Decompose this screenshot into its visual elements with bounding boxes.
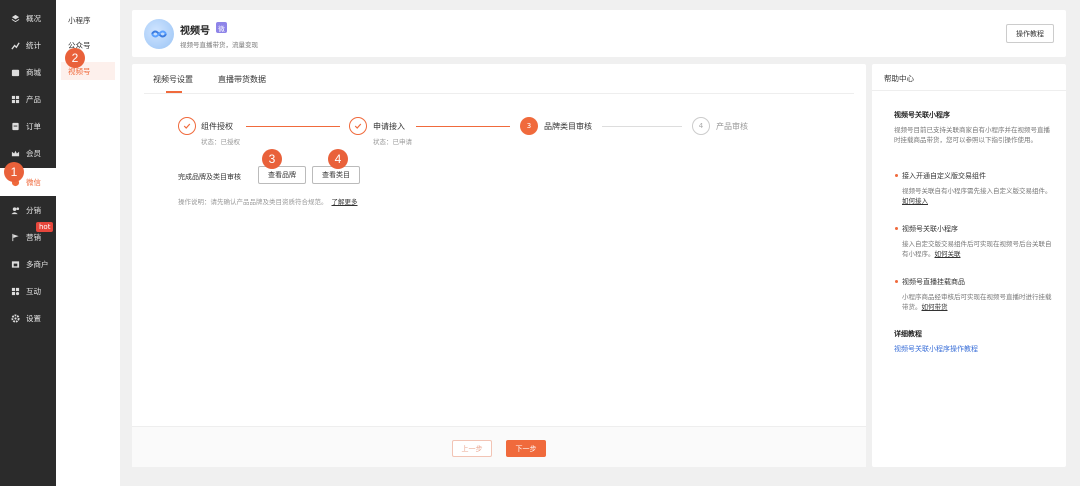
- submenu-item-mini-program[interactable]: 小程序: [61, 11, 115, 29]
- learn-more-link[interactable]: 了解更多: [332, 198, 358, 206]
- users-icon: [10, 206, 20, 216]
- main-panel: 视频号设置 直播带货数据 组件授权 状态：已授权 申请接入 状态：已申请 3 品…: [132, 64, 866, 467]
- step-connector: [416, 126, 510, 127]
- help-detail: 详细教程 视频号关联小程序操作教程: [894, 329, 1056, 354]
- step-1-check-icon: [178, 117, 196, 135]
- sidebar-item-label: 产品: [26, 95, 41, 104]
- step-4-label: 产品审核: [716, 122, 748, 131]
- step-4-number: 4: [692, 117, 710, 135]
- callout-2: 2: [65, 48, 85, 68]
- sidebar-item-label: 营销: [26, 233, 41, 242]
- tab-channels-settings[interactable]: 视频号设置: [153, 74, 193, 85]
- how-to-connect-link[interactable]: 如何接入: [902, 197, 928, 205]
- tab-live-sales-data[interactable]: 直播带货数据: [218, 74, 266, 85]
- help-item-link-program: 视频号关联小程序 接入自定交版交易组件后可实现在视频号后台关联自有小程序。如何关…: [895, 224, 1056, 259]
- help-section-text: 视频号目前已支持关联商家自有小程序并在视频号直播时挂载商品带货，您可以参照以下指…: [894, 126, 1050, 144]
- callout-1: 1: [4, 162, 24, 182]
- step-2-label: 申请接入: [373, 122, 405, 131]
- help-center-panel: 帮助中心 视频号关联小程序 视频号目前已支持关联商家自有小程序并在视频号直播时挂…: [872, 64, 1066, 467]
- how-to-link-link[interactable]: 如何关联: [935, 250, 961, 258]
- sidebar-item-label: 统计: [26, 41, 41, 50]
- sidebar-item-distribution[interactable]: 分销: [0, 197, 56, 224]
- wechat-tag-icon: 微: [216, 22, 227, 33]
- step-2-status: 状态：已申请: [373, 138, 412, 146]
- channels-logo-icon: [144, 19, 174, 49]
- page-subtitle: 视频号直播带货，流量变现: [180, 41, 258, 49]
- sidebar-item-label: 会员: [26, 149, 41, 158]
- layers-icon: [10, 14, 20, 24]
- operation-note-text: 操作说明：请先确认产品品牌及类目资质符合规范。: [178, 198, 328, 206]
- help-item-title: 视频号直播挂载商品: [895, 277, 1056, 287]
- sidebar-item-label: 多商户: [26, 260, 49, 269]
- help-item-title: 接入开通自定义版交易组件: [895, 171, 1056, 181]
- sidebar-item-label: 互动: [26, 287, 41, 296]
- flag-icon: [10, 233, 20, 243]
- hot-badge: hot: [36, 222, 54, 232]
- step-3-number: 3: [520, 117, 538, 135]
- help-item-text: 接入自定交版交易组件后可实现在视频号后台关联自有小程序。如何关联: [902, 240, 1052, 258]
- sidebar-item-label: 订单: [26, 122, 41, 131]
- sidebar-item-stats[interactable]: 统计: [0, 32, 56, 59]
- detail-tutorial-link[interactable]: 视频号关联小程序操作教程: [894, 344, 1056, 354]
- sidebar-item-label: 分销: [26, 206, 41, 215]
- sidebar-item-multi-merchant[interactable]: 多商户: [0, 251, 56, 278]
- help-center-title: 帮助中心: [884, 74, 914, 83]
- step-1-status: 状态：已授权: [201, 138, 240, 146]
- callout-3: 3: [262, 149, 282, 169]
- help-detail-title: 详细教程: [894, 330, 922, 338]
- prev-step-button[interactable]: 上一步: [452, 440, 492, 457]
- tabs-divider: [144, 93, 854, 94]
- submenu-item-label: 小程序: [68, 15, 91, 25]
- chart-icon: [10, 41, 20, 51]
- sidebar-item-mall[interactable]: 商城: [0, 59, 56, 86]
- step-3-label: 品牌类目审核: [544, 122, 592, 131]
- order-icon: [10, 122, 20, 132]
- next-step-button[interactable]: 下一步: [506, 440, 546, 457]
- main-sidebar: 概况 统计 商城 产品 订单 会员 微信 分销 营销 多商户 互动 设置: [0, 0, 56, 486]
- help-item-title: 视频号关联小程序: [895, 224, 1056, 234]
- callout-4: 4: [328, 149, 348, 169]
- sidebar-item-settings[interactable]: 设置: [0, 305, 56, 332]
- wechat-submenu: 小程序 公众号 视频号: [56, 0, 120, 486]
- help-item-text: 小程序商品经审核后可实现在视频号直播时进行挂载带货。如何带货: [902, 293, 1052, 311]
- step-1-label: 组件授权: [201, 122, 233, 131]
- sidebar-item-overview[interactable]: 概况: [0, 5, 56, 32]
- help-section-title: 视频号关联小程序: [894, 111, 950, 119]
- apps-icon: [10, 287, 20, 297]
- footer-bar: 上一步 下一步: [132, 426, 866, 467]
- sidebar-item-products[interactable]: 产品: [0, 86, 56, 113]
- help-item-live-goods: 视频号直播挂载商品 小程序商品经审核后可实现在视频号直播时进行挂载带货。如何带货: [895, 277, 1056, 312]
- page-title: 视频号: [180, 26, 210, 37]
- channels-header: 视频号 微 视频号直播带货，流量变现 操作教程: [132, 10, 1066, 57]
- tutorial-button[interactable]: 操作教程: [1006, 24, 1054, 43]
- step-connector: [602, 126, 682, 127]
- how-to-sell-link[interactable]: 如何带货: [922, 303, 948, 311]
- help-section-intro: 视频号关联小程序 视频号目前已支持关联商家自有小程序并在视频号直播时挂载商品带货…: [894, 110, 1056, 145]
- help-item-component: 接入开通自定义版交易组件 视频号关联自有小程序需先接入自定义版交易组件。如何接入: [895, 171, 1056, 206]
- shop-icon: [10, 260, 20, 270]
- help-divider: [872, 90, 1066, 91]
- help-item-text: 视频号关联自有小程序需先接入自定义版交易组件。如何接入: [902, 187, 1052, 205]
- step-2-check-icon: [349, 117, 367, 135]
- crown-icon: [10, 149, 20, 159]
- sidebar-item-interaction[interactable]: 互动: [0, 278, 56, 305]
- store-icon: [10, 68, 20, 78]
- sidebar-item-label: 商城: [26, 68, 41, 77]
- sidebar-item-label: 微信: [26, 177, 41, 187]
- view-brand-button[interactable]: 查看品牌: [258, 166, 306, 184]
- step-connector: [246, 126, 340, 127]
- review-label: 完成品牌及类目审核: [178, 173, 241, 181]
- sidebar-item-label: 设置: [26, 314, 41, 323]
- gear-icon: [10, 314, 20, 324]
- operation-note: 操作说明：请先确认产品品牌及类目资质符合规范。 了解更多: [178, 196, 358, 206]
- sidebar-item-label: 概况: [26, 14, 41, 23]
- sidebar-item-orders[interactable]: 订单: [0, 113, 56, 140]
- grid-icon: [10, 95, 20, 105]
